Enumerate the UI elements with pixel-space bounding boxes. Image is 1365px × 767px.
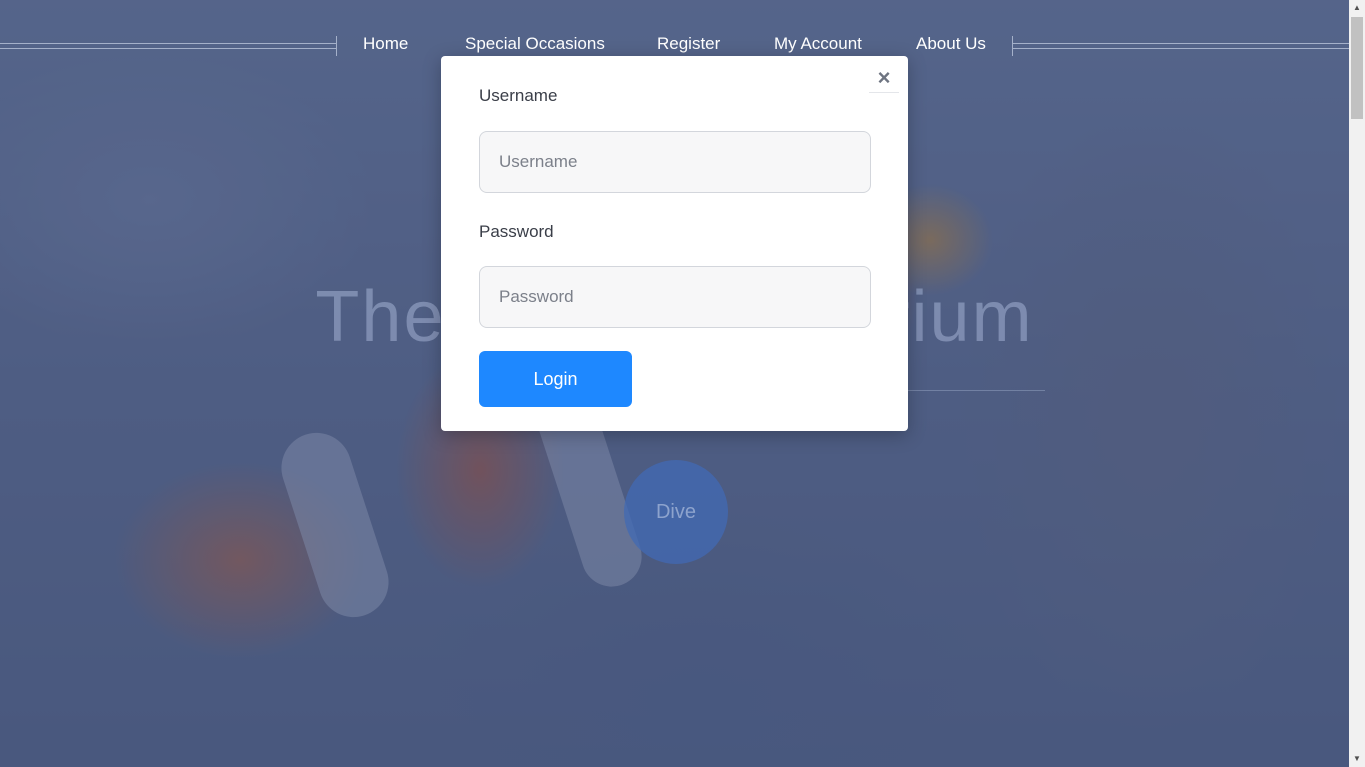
hero-divider bbox=[905, 390, 1045, 391]
nav-item-register[interactable]: Register bbox=[657, 34, 720, 54]
username-label: Username bbox=[479, 86, 558, 105]
username-input[interactable] bbox=[479, 131, 871, 193]
nav-item-special-occasions[interactable]: Special Occasions bbox=[465, 34, 605, 54]
nav-item-my-account[interactable]: My Account bbox=[774, 34, 862, 54]
password-input[interactable] bbox=[479, 266, 871, 328]
scrollbar-thumb[interactable] bbox=[1351, 17, 1363, 119]
scroll-up-arrow-icon[interactable]: ▲ bbox=[1349, 0, 1365, 16]
password-label: Password bbox=[479, 222, 554, 241]
nav-divider-right bbox=[1013, 43, 1349, 49]
nav-item-home[interactable]: Home bbox=[363, 34, 408, 54]
vertical-scrollbar[interactable]: ▲ ▼ bbox=[1349, 0, 1365, 767]
page: Home Special Occasions Register My Accou… bbox=[0, 0, 1365, 767]
dive-button[interactable]: Dive bbox=[624, 460, 728, 564]
nav-divider-left bbox=[0, 43, 336, 49]
scroll-down-arrow-icon[interactable]: ▼ bbox=[1349, 751, 1365, 767]
close-icon[interactable]: × bbox=[869, 66, 899, 93]
login-button[interactable]: Login bbox=[479, 351, 632, 407]
nav-item-about-us[interactable]: About Us bbox=[916, 34, 986, 54]
login-modal: × Username Password Login bbox=[441, 56, 908, 431]
